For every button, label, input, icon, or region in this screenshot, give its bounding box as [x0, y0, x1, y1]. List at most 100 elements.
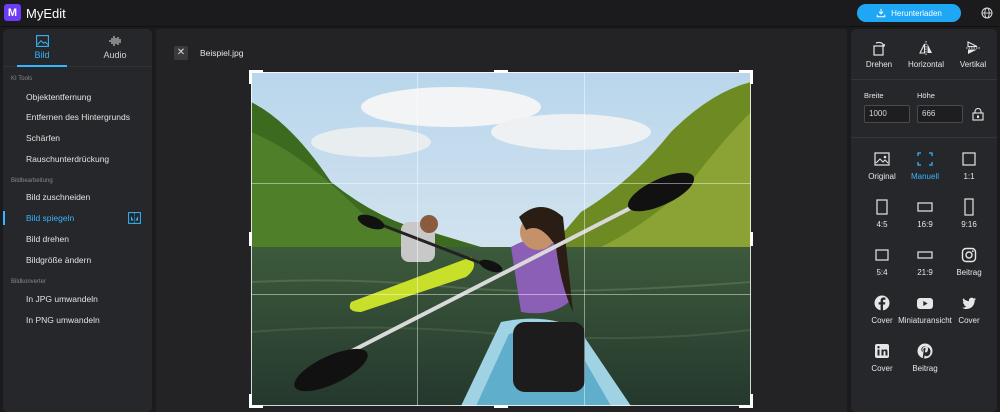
tab-audio-label: Audio	[103, 50, 127, 60]
width-input[interactable]: 1000	[864, 105, 910, 123]
ratio-linkedin-cover[interactable]: Cover	[862, 342, 902, 373]
rotate-button[interactable]: Drehen	[861, 40, 897, 69]
height-label: Höhe	[917, 91, 935, 100]
ratio-9-16-label: 9:16	[961, 220, 977, 229]
rotate-icon	[873, 41, 886, 56]
menu-item-mirror[interactable]: Bild spiegeln	[3, 209, 152, 227]
crop-handle-top-right-v[interactable]	[750, 70, 753, 84]
audio-wave-icon	[108, 36, 121, 46]
ratio-instagram-post-label: Beitrag	[956, 268, 982, 277]
wide-rect-icon	[917, 202, 933, 212]
ratio-twitter-cover-label: Cover	[958, 316, 980, 325]
crop-handle-right[interactable]	[750, 232, 753, 246]
freeform-crop-icon	[917, 152, 933, 166]
tab-image-label: Bild	[34, 50, 50, 60]
ratio-4-5-label: 4:5	[876, 220, 888, 229]
flip-vertical-icon	[966, 41, 980, 54]
portrait-rect-icon	[876, 199, 888, 215]
height-input[interactable]: 666	[917, 105, 963, 123]
instagram-icon	[961, 247, 977, 263]
ratio-4-5[interactable]: 4:5	[862, 198, 902, 229]
close-button[interactable]: ✕	[174, 46, 188, 60]
tab-image[interactable]: Bild	[12, 35, 72, 67]
ratio-facebook-cover-label: Cover	[871, 316, 893, 325]
mirror-icon	[128, 212, 141, 224]
crop-handle-bottom[interactable]	[494, 405, 508, 408]
ratio-1-1[interactable]: 1:1	[949, 150, 989, 181]
globe-icon[interactable]	[981, 7, 993, 19]
download-button[interactable]: Herunterladen	[857, 4, 961, 22]
panel-divider-2	[851, 137, 997, 138]
flip-vertical-button[interactable]: Vertikal	[955, 40, 991, 69]
flip-horizontal-button[interactable]: Horizontal	[902, 40, 950, 69]
right-panel: Drehen Horizontal Vertikal Breite Höhe 1…	[851, 29, 997, 412]
menu-item-denoise[interactable]: Rauschunterdrückung	[3, 150, 152, 168]
section-image-converter: Bildkonverter	[11, 279, 47, 285]
menu-item-resize[interactable]: Bildgröße ändern	[3, 251, 152, 269]
crop-handle-left[interactable]	[249, 232, 252, 246]
ratio-16-9[interactable]: 16:9	[905, 198, 945, 229]
tab-audio[interactable]: Audio	[85, 35, 145, 67]
ratio-16-9-label: 16:9	[917, 220, 933, 229]
ratio-manual[interactable]: Manuell	[905, 150, 945, 181]
crop-handle-bottom-right-v[interactable]	[750, 394, 753, 408]
menu-item-mirror-label: Bild spiegeln	[26, 213, 75, 223]
ratio-original-label: Original	[868, 172, 896, 181]
youtube-icon	[917, 298, 933, 309]
menu-item-rotate[interactable]: Bild drehen	[3, 230, 152, 248]
crop-handle-top[interactable]	[494, 70, 508, 73]
section-ai-tools: KI Tools	[11, 76, 33, 82]
menu-item-crop[interactable]: Bild zuschneiden	[3, 188, 152, 206]
menu-item-background-removal[interactable]: Entfernen des Hintergrunds	[3, 108, 152, 126]
twitter-icon	[962, 297, 976, 309]
section-image-editing: Bildbearbeitung	[11, 178, 53, 184]
tall-rect-icon	[964, 198, 974, 216]
download-icon	[876, 8, 886, 18]
ratio-pinterest-post-label: Beitrag	[912, 364, 938, 373]
lock-icon[interactable]	[972, 108, 984, 121]
menu-item-to-jpg[interactable]: In JPG umwandeln	[3, 290, 152, 308]
ratio-5-4[interactable]: 5:4	[862, 246, 902, 277]
ratio-1-1-label: 1:1	[963, 172, 975, 181]
crop-frame[interactable]	[251, 72, 751, 406]
media-tabs: Bild Audio	[3, 29, 152, 67]
ratio-original[interactable]: Original	[862, 150, 902, 181]
landscape-rect-icon	[875, 249, 889, 261]
download-label: Herunterladen	[891, 8, 942, 18]
ratio-youtube-thumbnail[interactable]: Miniaturansicht	[896, 294, 954, 325]
ratio-pinterest-post[interactable]: Beitrag	[905, 342, 945, 373]
crop-handle-bottom-left-v[interactable]	[249, 394, 252, 408]
ratio-9-16[interactable]: 9:16	[949, 198, 989, 229]
ratio-21-9[interactable]: 21:9	[905, 246, 945, 277]
ratio-5-4-label: 5:4	[876, 268, 888, 277]
image-icon	[874, 152, 890, 166]
flip-horizontal-icon	[919, 41, 932, 55]
ratio-youtube-thumbnail-label: Miniaturansicht	[898, 316, 952, 325]
menu-item-to-png[interactable]: In PNG umwandeln	[3, 311, 152, 329]
crop-handle-top-left-v[interactable]	[249, 70, 252, 84]
ratio-instagram-post[interactable]: Beitrag	[949, 246, 989, 277]
ultrawide-rect-icon	[917, 251, 933, 259]
ratio-twitter-cover[interactable]: Cover	[949, 294, 989, 325]
file-name: Beispiel.jpg	[200, 48, 244, 58]
flip-horizontal-label: Horizontal	[907, 60, 944, 69]
rotate-label: Drehen	[865, 60, 893, 69]
menu-item-object-removal[interactable]: Objektentfernung	[3, 88, 152, 106]
width-label: Breite	[864, 91, 884, 100]
image-icon	[35, 35, 49, 47]
linkedin-icon	[875, 344, 889, 358]
ratio-manual-label: Manuell	[910, 172, 939, 181]
facebook-icon	[874, 295, 890, 311]
menu-item-sharpen[interactable]: Schärfen	[3, 129, 152, 147]
ratio-21-9-label: 21:9	[917, 268, 933, 277]
logo-letter: M	[7, 6, 18, 19]
app-logo-icon[interactable]: M	[4, 4, 21, 21]
square-icon	[962, 152, 976, 166]
left-sidebar: Bild Audio KI Tools Objektentfernung Ent…	[3, 29, 152, 412]
top-bar: M MyEdit Herunterladen	[0, 0, 1000, 27]
pinterest-icon	[917, 343, 933, 359]
panel-divider	[851, 79, 997, 80]
app-title[interactable]: MyEdit	[26, 6, 66, 21]
flip-vertical-label: Vertikal	[959, 60, 987, 69]
ratio-linkedin-cover-label: Cover	[871, 364, 893, 373]
